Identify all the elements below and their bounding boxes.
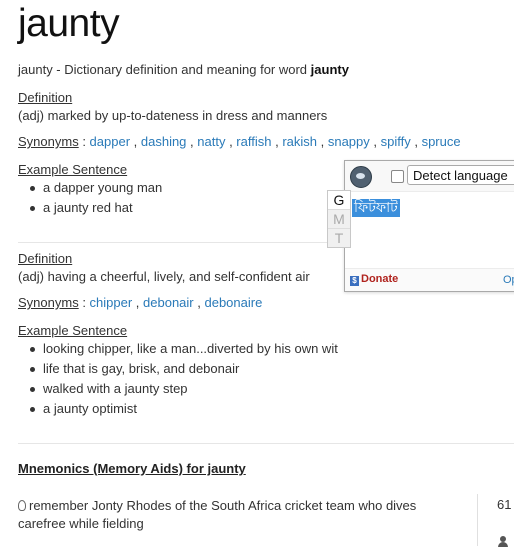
- tab-google[interactable]: G: [328, 191, 350, 209]
- gmt-side-tabs: G M T: [327, 190, 351, 248]
- popup-footer: $Donate Op: [345, 268, 514, 291]
- detect-language-select[interactable]: Detect language: [407, 165, 514, 185]
- translate-logo-icon[interactable]: [350, 166, 372, 188]
- definition-heading: Definition: [18, 90, 73, 105]
- popup-toolbar: Detect language: [345, 161, 514, 192]
- synonym-link[interactable]: dashing: [141, 134, 187, 149]
- definition-text: (adj) marked by up-to-dateness in dress …: [18, 108, 328, 123]
- mnemonic-item: remember Jonty Rhodes of the South Afric…: [18, 498, 417, 531]
- synonym-link[interactable]: spruce: [422, 134, 461, 149]
- synonym-link[interactable]: debonaire: [204, 295, 262, 310]
- synonyms-row: Synonyms : dapper , dashing , natty , ra…: [18, 134, 461, 149]
- example-heading: Example Sentence: [18, 162, 128, 177]
- synonyms-row: Synonyms : chipper , debonair , debonair…: [18, 295, 263, 310]
- donate-link[interactable]: $ Donate: [350, 273, 398, 286]
- synonym-link[interactable]: chipper: [90, 295, 133, 310]
- example-item: a jaunty optimist: [18, 399, 338, 419]
- synonym-link[interactable]: raffish: [236, 134, 271, 149]
- vote-count: 61: [497, 497, 512, 512]
- vote-divider: [477, 494, 478, 546]
- detect-language-checkbox[interactable]: [391, 170, 404, 183]
- example-item: a dapper young man: [18, 178, 162, 198]
- translate-popup: Detect language ফিটফাট $Donate Op: [344, 160, 514, 292]
- tab-microsoft[interactable]: M: [328, 209, 350, 228]
- example-item: looking chipper, like a man...diverted b…: [18, 339, 338, 359]
- subtitle-word: jaunty: [310, 62, 349, 77]
- page-title: jaunty: [18, 2, 120, 45]
- synonym-link[interactable]: natty: [197, 134, 225, 149]
- definition-heading: Definition: [18, 251, 73, 266]
- options-link[interactable]: Op: [503, 274, 514, 286]
- synonym-link[interactable]: debonair: [143, 295, 194, 310]
- lightbulb-icon: [18, 500, 26, 511]
- example-list: a dapper young man a jaunty red hat: [18, 178, 162, 218]
- definition-text: (adj) having a cheerful, lively, and sel…: [18, 269, 310, 284]
- translation-text: ফিটফাট: [352, 199, 400, 217]
- section-divider: [18, 443, 514, 444]
- synonym-link[interactable]: snappy: [328, 134, 370, 149]
- page-subtitle: jaunty - Dictionary definition and meani…: [18, 62, 349, 77]
- synonyms-label: Synonyms: [18, 295, 79, 310]
- paypal-icon: $: [350, 276, 359, 286]
- example-item: a jaunty red hat: [18, 198, 162, 218]
- example-list: looking chipper, like a man...diverted b…: [18, 339, 338, 419]
- synonym-link[interactable]: dapper: [90, 134, 130, 149]
- example-item: walked with a jaunty step: [18, 379, 338, 399]
- example-heading: Example Sentence: [18, 323, 128, 338]
- synonyms-label: Synonyms: [18, 134, 79, 149]
- mnemonics-title: Mnemonics (Memory Aids) for jaunty: [18, 461, 246, 476]
- synonym-link[interactable]: rakish: [282, 134, 317, 149]
- example-item: life that is gay, brisk, and debonair: [18, 359, 338, 379]
- tab-translator[interactable]: T: [328, 228, 350, 247]
- user-icon: [498, 536, 508, 547]
- synonym-link[interactable]: spiffy: [381, 134, 411, 149]
